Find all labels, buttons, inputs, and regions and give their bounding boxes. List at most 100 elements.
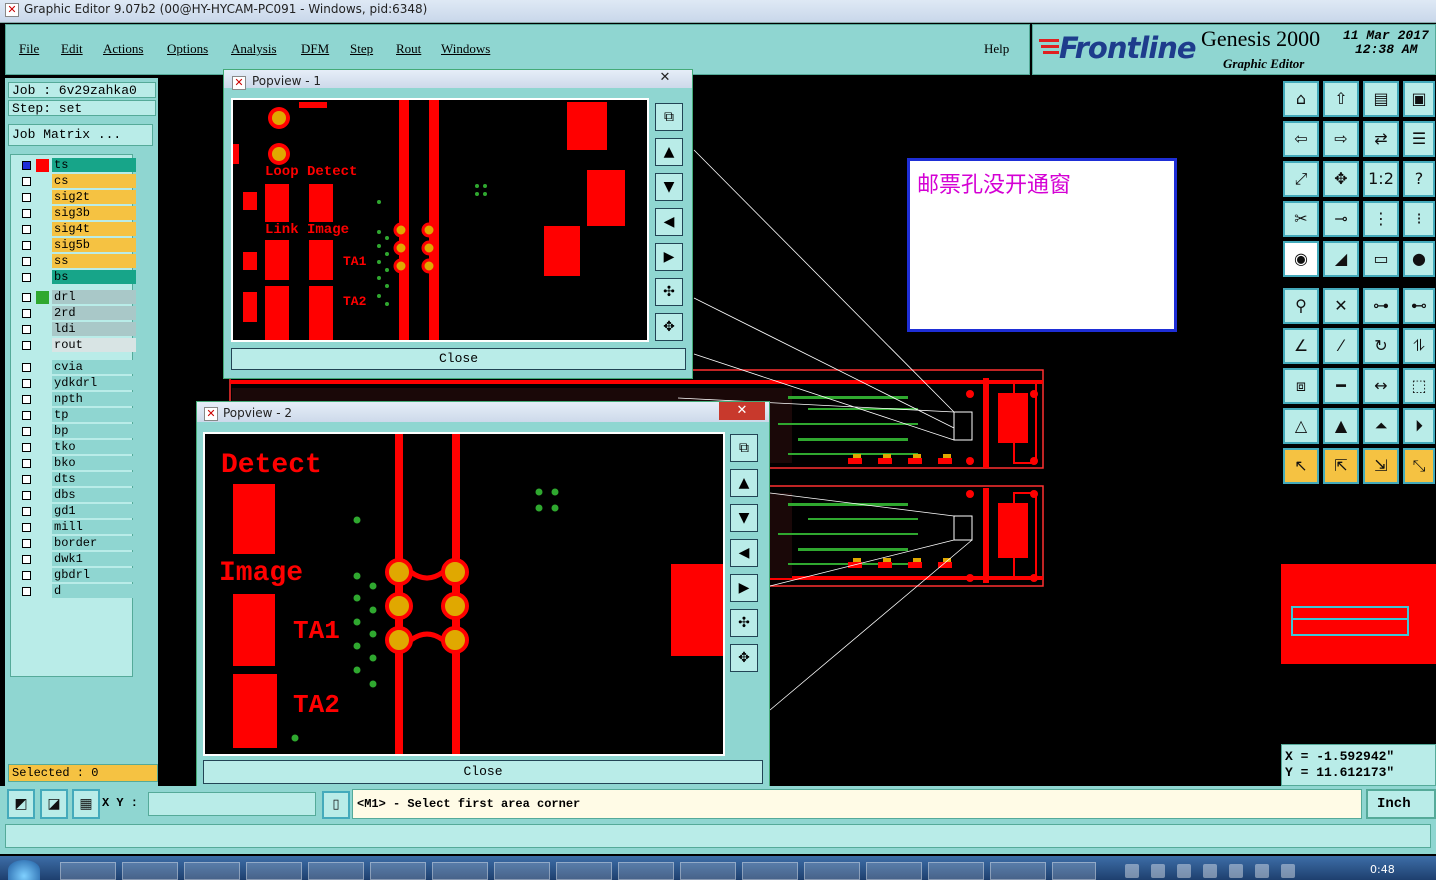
popview-1-pan-left-button[interactable]: ◀ [655, 208, 683, 236]
lasso-icon[interactable]: ⤡ [1403, 448, 1435, 484]
job-matrix-button[interactable]: Job Matrix ... [8, 124, 153, 146]
layer-checkbox[interactable] [22, 309, 31, 318]
layer-checkbox[interactable] [22, 257, 31, 266]
menu-dfm[interactable]: DFM [301, 41, 329, 57]
connect-icon[interactable]: ⚲ [1283, 288, 1319, 324]
command-line[interactable] [5, 824, 1431, 848]
layer-row-sig5b[interactable]: sig5b [19, 238, 136, 253]
transform-icon[interactable]: ⧈ [1283, 368, 1319, 404]
units-selector[interactable]: Inch [1366, 789, 1436, 819]
popview-2-pan-down-button[interactable]: ▼ [730, 504, 758, 532]
layer-row-cs[interactable]: cs [19, 174, 136, 189]
layer-checkbox[interactable] [22, 571, 31, 580]
popview-2-zoom-fit-button[interactable]: ⧉ [730, 434, 758, 462]
layer-row-ts[interactable]: ts [19, 158, 136, 173]
tray-battery-icon[interactable] [1229, 864, 1243, 878]
layer-checkbox[interactable] [22, 209, 31, 218]
layer-checkbox[interactable] [22, 379, 31, 388]
popview-1-close-icon[interactable]: ✕ [652, 70, 678, 86]
move-icon[interactable]: ⊷ [1403, 288, 1435, 324]
layer-row-bp[interactable]: bp [19, 424, 136, 439]
popview-1-close-button[interactable]: Close [231, 348, 686, 370]
layer-checkbox[interactable] [22, 587, 31, 596]
layer-checkbox[interactable] [22, 161, 31, 170]
popview-1-zoom-out-button[interactable]: ✥ [655, 313, 683, 341]
grid-icon[interactable]: ▦ [72, 789, 100, 819]
layer-row-gd1[interactable]: gd1 [19, 504, 136, 519]
triangle-mark-icon[interactable]: ⏵ [1403, 408, 1435, 444]
popview-2-zoom-in-button[interactable]: ✣ [730, 609, 758, 637]
layer-row-border[interactable]: border [19, 536, 136, 551]
layer-checkbox[interactable] [22, 177, 31, 186]
arrange-icon[interactable]: ⁝ [1403, 201, 1435, 237]
mini-view-viewport[interactable] [1291, 606, 1409, 636]
cross-icon[interactable]: ✕ [1323, 288, 1359, 324]
popview-1-canvas[interactable]: Loop Detect Link Image TA1 TA2 [231, 98, 649, 342]
layer-row-gbdrl[interactable]: gbdrl [19, 568, 136, 583]
layer-row-tp[interactable]: tp [19, 408, 136, 423]
tray-ime-icon[interactable] [1281, 864, 1295, 878]
layer-checkbox[interactable] [22, 443, 31, 452]
layer-checkbox[interactable] [22, 411, 31, 420]
popview-1-pan-right-button[interactable]: ▶ [655, 243, 683, 271]
horizontal-icon[interactable]: ━ [1323, 368, 1359, 404]
network-task-icon[interactable] [494, 862, 550, 880]
panel-icon[interactable]: ▣ [1403, 81, 1435, 117]
line-icon[interactable]: ⊸ [1323, 201, 1359, 237]
layer-row-ydkdrl[interactable]: ydkdrl [19, 376, 136, 391]
menu-edit[interactable]: Edit [61, 41, 83, 57]
browser-task-icon[interactable] [60, 862, 116, 880]
layer-row-ss[interactable]: ss [19, 254, 136, 269]
layer-checkbox[interactable] [22, 507, 31, 516]
popview-2-canvas[interactable]: Detect Image TA1 TA2 [203, 432, 725, 756]
frontline-task-icon[interactable] [1052, 862, 1096, 880]
layer-row-rout[interactable]: rout [19, 338, 136, 353]
layer-checkbox[interactable] [22, 341, 31, 350]
layer-checkbox[interactable] [22, 427, 31, 436]
layer-row-bko[interactable]: bko [19, 456, 136, 471]
tray-volume-icon[interactable] [1255, 864, 1269, 878]
editor3-task-icon[interactable] [680, 862, 736, 880]
triangle-top-icon[interactable]: ⏶ [1363, 408, 1399, 444]
popview-2-pan-left-button[interactable]: ◀ [730, 539, 758, 567]
layer-checkbox[interactable] [22, 325, 31, 334]
layer-row-2rd[interactable]: 2rd [19, 306, 136, 321]
distance-icon[interactable]: ↔ [1363, 368, 1399, 404]
help-icon[interactable]: ? [1403, 161, 1435, 197]
layer-checkbox[interactable] [22, 555, 31, 564]
layer-checkbox[interactable] [22, 273, 31, 282]
popview-1-pan-down-button[interactable]: ▼ [655, 173, 683, 201]
layer-row-npth[interactable]: npth [19, 392, 136, 407]
xy-input[interactable] [148, 792, 316, 816]
folder-task-icon[interactable] [990, 862, 1046, 880]
menu-windows[interactable]: Windows [441, 41, 490, 57]
layer-row-sig2t[interactable]: sig2t [19, 190, 136, 205]
pointer-icon[interactable]: ↖ [1283, 448, 1319, 484]
chrome-task-icon[interactable] [122, 862, 178, 880]
node-icon[interactable]: ⊶ [1363, 288, 1399, 324]
editor2-task-icon[interactable] [618, 862, 674, 880]
pad-icon[interactable]: ◉ [1283, 241, 1319, 277]
cut-icon[interactable]: ✂ [1283, 201, 1319, 237]
rotate-icon[interactable]: ↻ [1363, 328, 1399, 364]
send-icon[interactable]: ⇨ [1323, 121, 1359, 157]
layer-checkbox[interactable] [22, 475, 31, 484]
genesis-task-icon[interactable] [246, 862, 302, 880]
select-area-icon[interactable]: ⇲ [1363, 448, 1399, 484]
tray-flag-icon[interactable] [1203, 864, 1217, 878]
layer-checkbox[interactable] [22, 193, 31, 202]
popview-2-close-button[interactable]: Close [203, 760, 763, 784]
save-task-icon[interactable] [432, 862, 488, 880]
tray-speaker-icon[interactable] [1151, 864, 1165, 878]
fit-icon[interactable]: ⤢ [1283, 161, 1319, 197]
layer-checkbox[interactable] [22, 491, 31, 500]
layer-row-d[interactable]: d [19, 584, 136, 599]
layer-row-mill[interactable]: mill [19, 520, 136, 535]
popview-1-zoom-in-button[interactable]: ✣ [655, 278, 683, 306]
menu-options[interactable]: Options [167, 41, 208, 57]
menu-rout[interactable]: Rout [396, 41, 421, 57]
open-icon[interactable]: ▤ [1363, 81, 1399, 117]
tray-sogou-icon[interactable] [1125, 864, 1139, 878]
tray-network-icon[interactable] [1177, 864, 1191, 878]
circle-icon[interactable]: ● [1403, 241, 1435, 277]
